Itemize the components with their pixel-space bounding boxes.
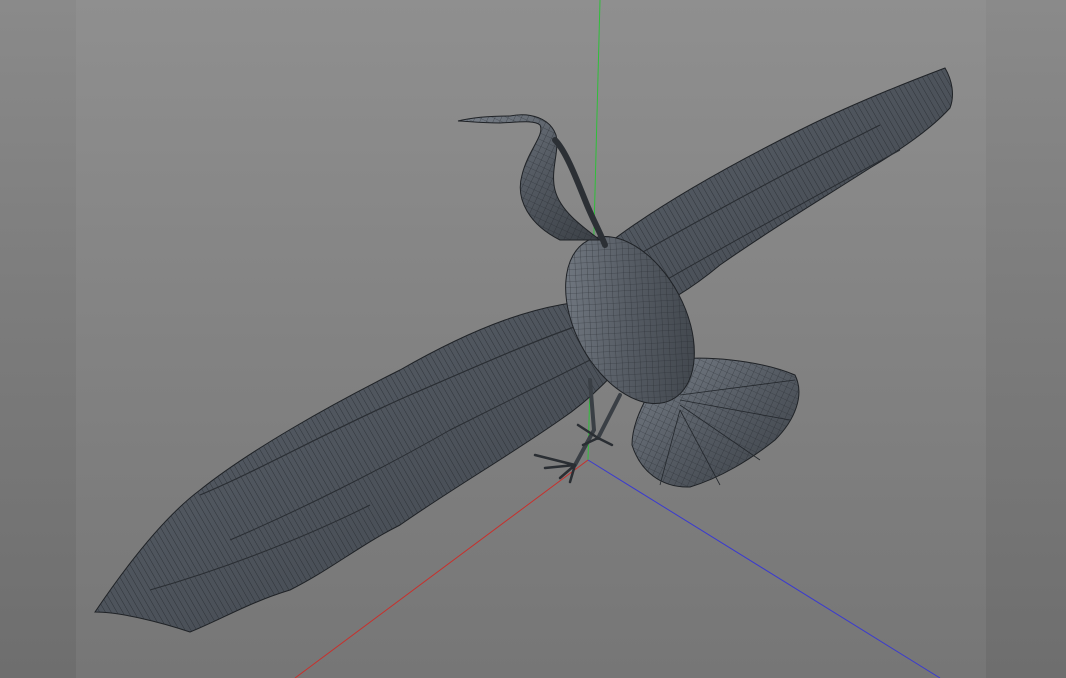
scene-canvas[interactable] <box>0 0 1066 678</box>
neck-and-head[interactable] <box>457 114 608 248</box>
3d-viewport[interactable] <box>0 0 1066 678</box>
z-axis-line <box>587 459 941 678</box>
